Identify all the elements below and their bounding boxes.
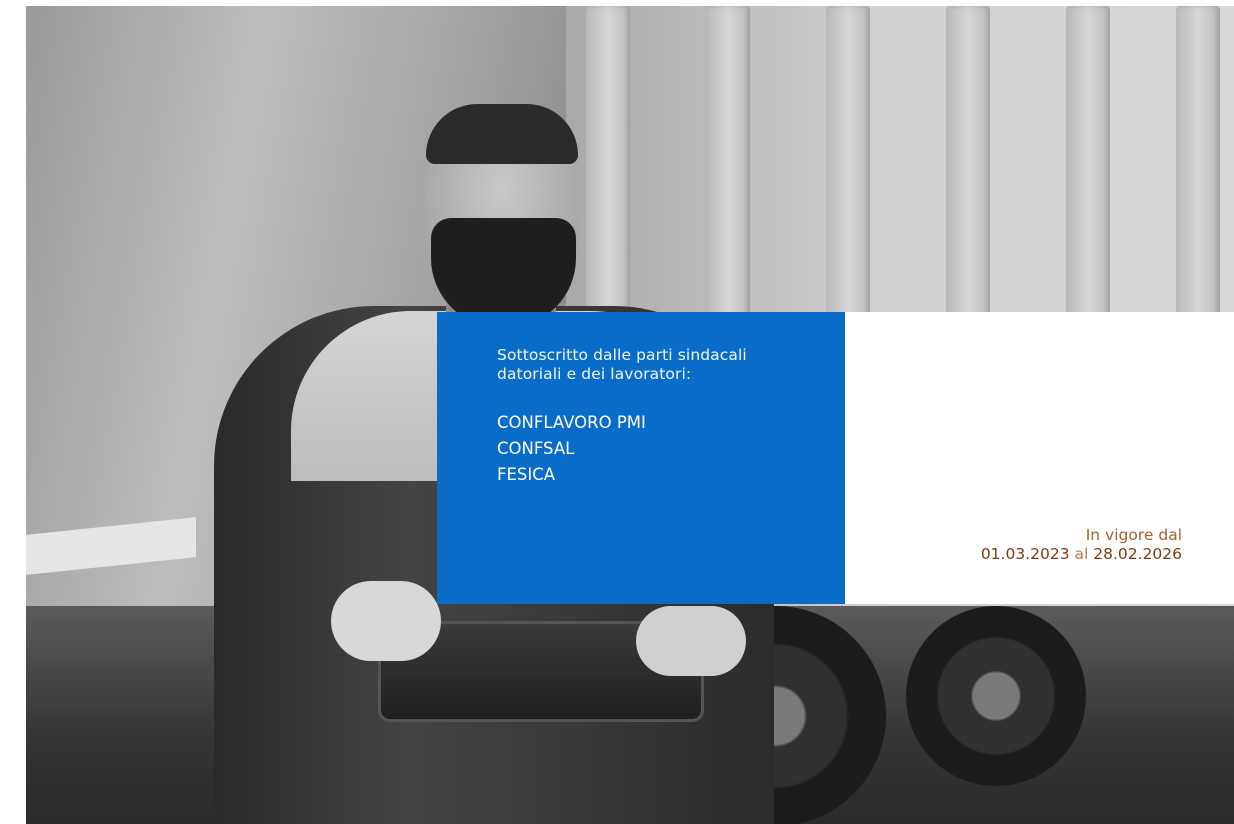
truck-panel <box>586 6 630 336</box>
truck-panel <box>946 6 990 336</box>
worker-left-hand <box>331 581 441 661</box>
worker-right-hand <box>636 606 746 676</box>
organization-list: CONFLAVORO PMI CONFSAL FESICA <box>497 410 815 488</box>
start-date: 01.03.2023 <box>980 545 1070 563</box>
validity-panel: In vigore dal 01.03.2023 al 28.02.2026 <box>845 312 1234 604</box>
validity-range: 01.03.2023 al 28.02.2026 <box>981 545 1182 564</box>
truck-panel <box>826 6 870 336</box>
truck-panel <box>706 6 750 336</box>
date-connector: al <box>1074 545 1089 563</box>
truck-panel <box>1176 6 1220 336</box>
worker-hair <box>426 104 578 164</box>
organization-item: CONFLAVORO PMI <box>497 413 646 432</box>
validity-label: In vigore dal <box>1085 526 1182 544</box>
signatories-intro: Sottoscritto dalle parti sindacali dator… <box>497 346 747 383</box>
end-date: 28.02.2026 <box>1093 545 1182 563</box>
signatories-panel: Sottoscritto dalle parti sindacali dator… <box>437 312 845 604</box>
validity-block: In vigore dal 01.03.2023 al 28.02.2026 <box>981 526 1182 564</box>
truck-wheel <box>906 606 1086 786</box>
truck-panel <box>1066 6 1110 336</box>
organization-item: CONFSAL <box>497 439 575 458</box>
organization-item: FESICA <box>497 465 556 484</box>
